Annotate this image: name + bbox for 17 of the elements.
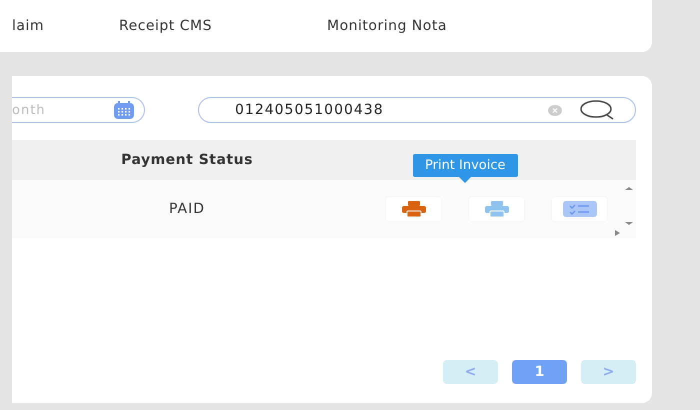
tooltip-pointer-icon	[459, 177, 472, 183]
scroll-right-icon[interactable]	[615, 230, 620, 236]
calendar-icon	[114, 101, 134, 119]
menu-tab[interactable]: laim	[12, 18, 44, 34]
checklist-button[interactable]	[552, 197, 607, 221]
search-icon[interactable]	[580, 100, 616, 120]
tooltip: Print Invoice	[413, 154, 518, 183]
menu-tab[interactable]: Monitoring Nota	[326, 18, 447, 34]
printer-icon	[484, 201, 510, 217]
checklist-icon	[562, 201, 596, 217]
menu-tab[interactable]: Receipt CMS	[119, 18, 212, 34]
table-cell-text: PAID	[168, 201, 206, 217]
column-header: Payment Status	[120, 152, 254, 168]
search-field[interactable]: 012405051000438	[198, 97, 636, 123]
print-button[interactable]	[469, 197, 524, 221]
print-button[interactable]	[386, 197, 441, 221]
printer-icon	[400, 201, 426, 217]
